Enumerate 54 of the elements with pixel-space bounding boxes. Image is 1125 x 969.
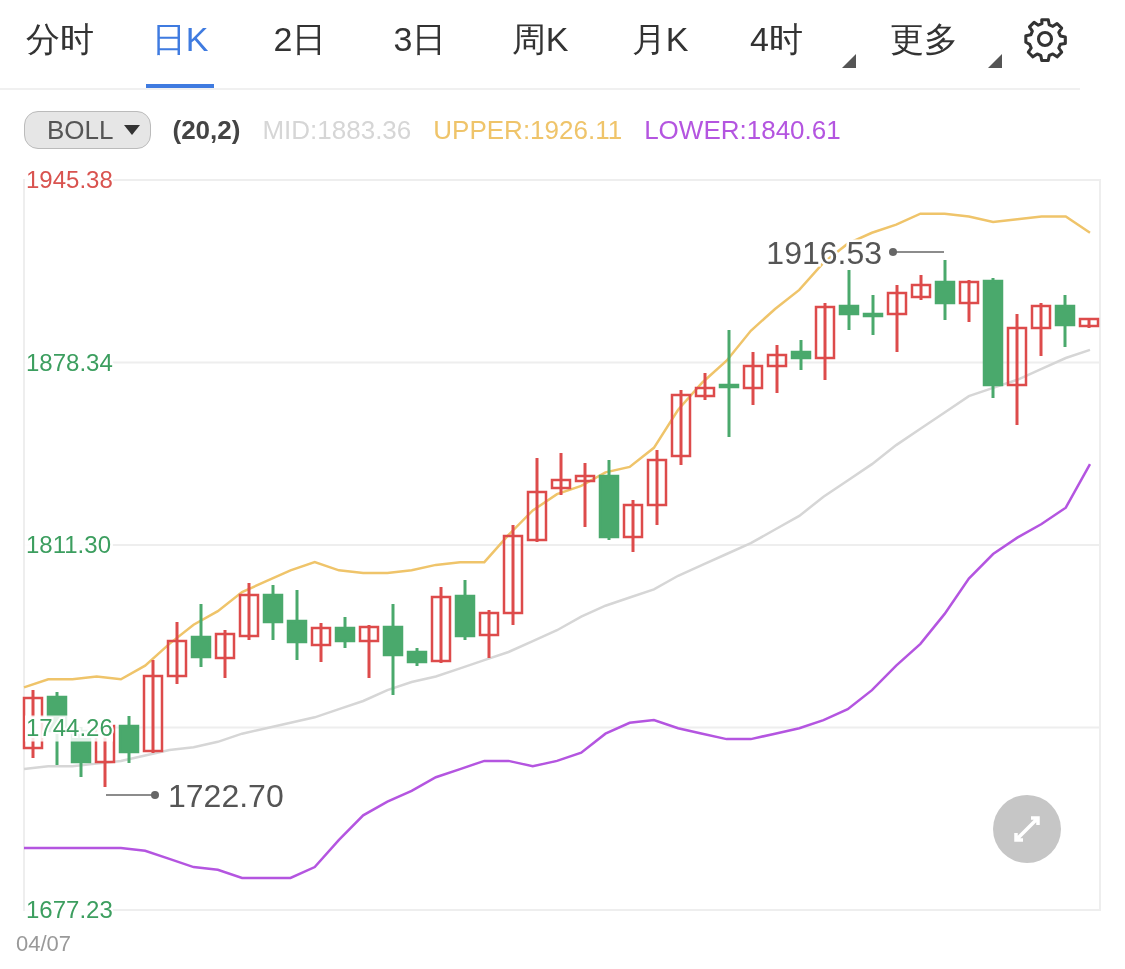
indicator-params: (20,2) [172,114,241,146]
candlestick [238,583,260,640]
candlestick [550,453,572,495]
settings-icon[interactable] [1022,16,1068,62]
period-tab[interactable]: 2日 [240,0,360,88]
indicator-value: UPPER:1926.11 [433,114,623,146]
candlestick [694,373,716,400]
axis-label: 1811.30 [26,531,111,558]
candlestick [454,580,476,640]
candlestick [934,260,956,320]
candlestick [478,610,500,658]
candlestick [1054,295,1076,347]
candlestick [742,352,764,405]
period-tab[interactable]: 周K [480,0,600,88]
candlestick [358,625,380,678]
leader-line [889,248,945,256]
candlestick [766,345,788,393]
candlestick [286,590,308,660]
indicator-value: LOWER:1840.61 [644,114,841,146]
axis-label: 1744.26 [26,713,113,741]
candlestick [910,275,932,300]
candlestick [214,630,236,678]
candlestick [118,716,140,763]
candlestick [406,648,428,666]
candlestick [790,340,812,370]
candlestick [166,622,188,684]
candlestick [838,270,860,330]
candlestick [1078,317,1100,328]
candlestick [334,617,356,648]
candlestick [262,585,284,640]
date-label: 04/07 [16,931,72,956]
candlestick [190,604,212,667]
candlestick [622,500,644,552]
period-tab[interactable]: 3日 [360,0,480,88]
axis-label: 1878.34 [26,348,113,376]
period-tab[interactable]: 日K [120,0,240,88]
axis-label: 1945.38 [26,170,113,193]
period-tab[interactable]: 更多 [860,0,1006,88]
candlestick [574,463,596,527]
period-tab[interactable]: 4时 [720,0,860,88]
period-tab[interactable]: 月K [600,0,720,88]
axis-label: 1677.23 [26,896,113,923]
candlestick [862,295,884,335]
leader-line [105,791,159,799]
period-tab[interactable]: 分时 [0,0,120,88]
corner-triangle-icon [842,54,856,68]
candlestick [310,623,332,662]
indicator-dropdown[interactable]: BOLL [24,111,151,149]
low-price-label: 1722.70 [168,778,284,814]
candlestick [886,285,908,352]
caret-icon [123,125,140,135]
candlestick [958,280,980,322]
candlestick [1030,303,1052,356]
corner-triangle-icon [988,54,1002,68]
